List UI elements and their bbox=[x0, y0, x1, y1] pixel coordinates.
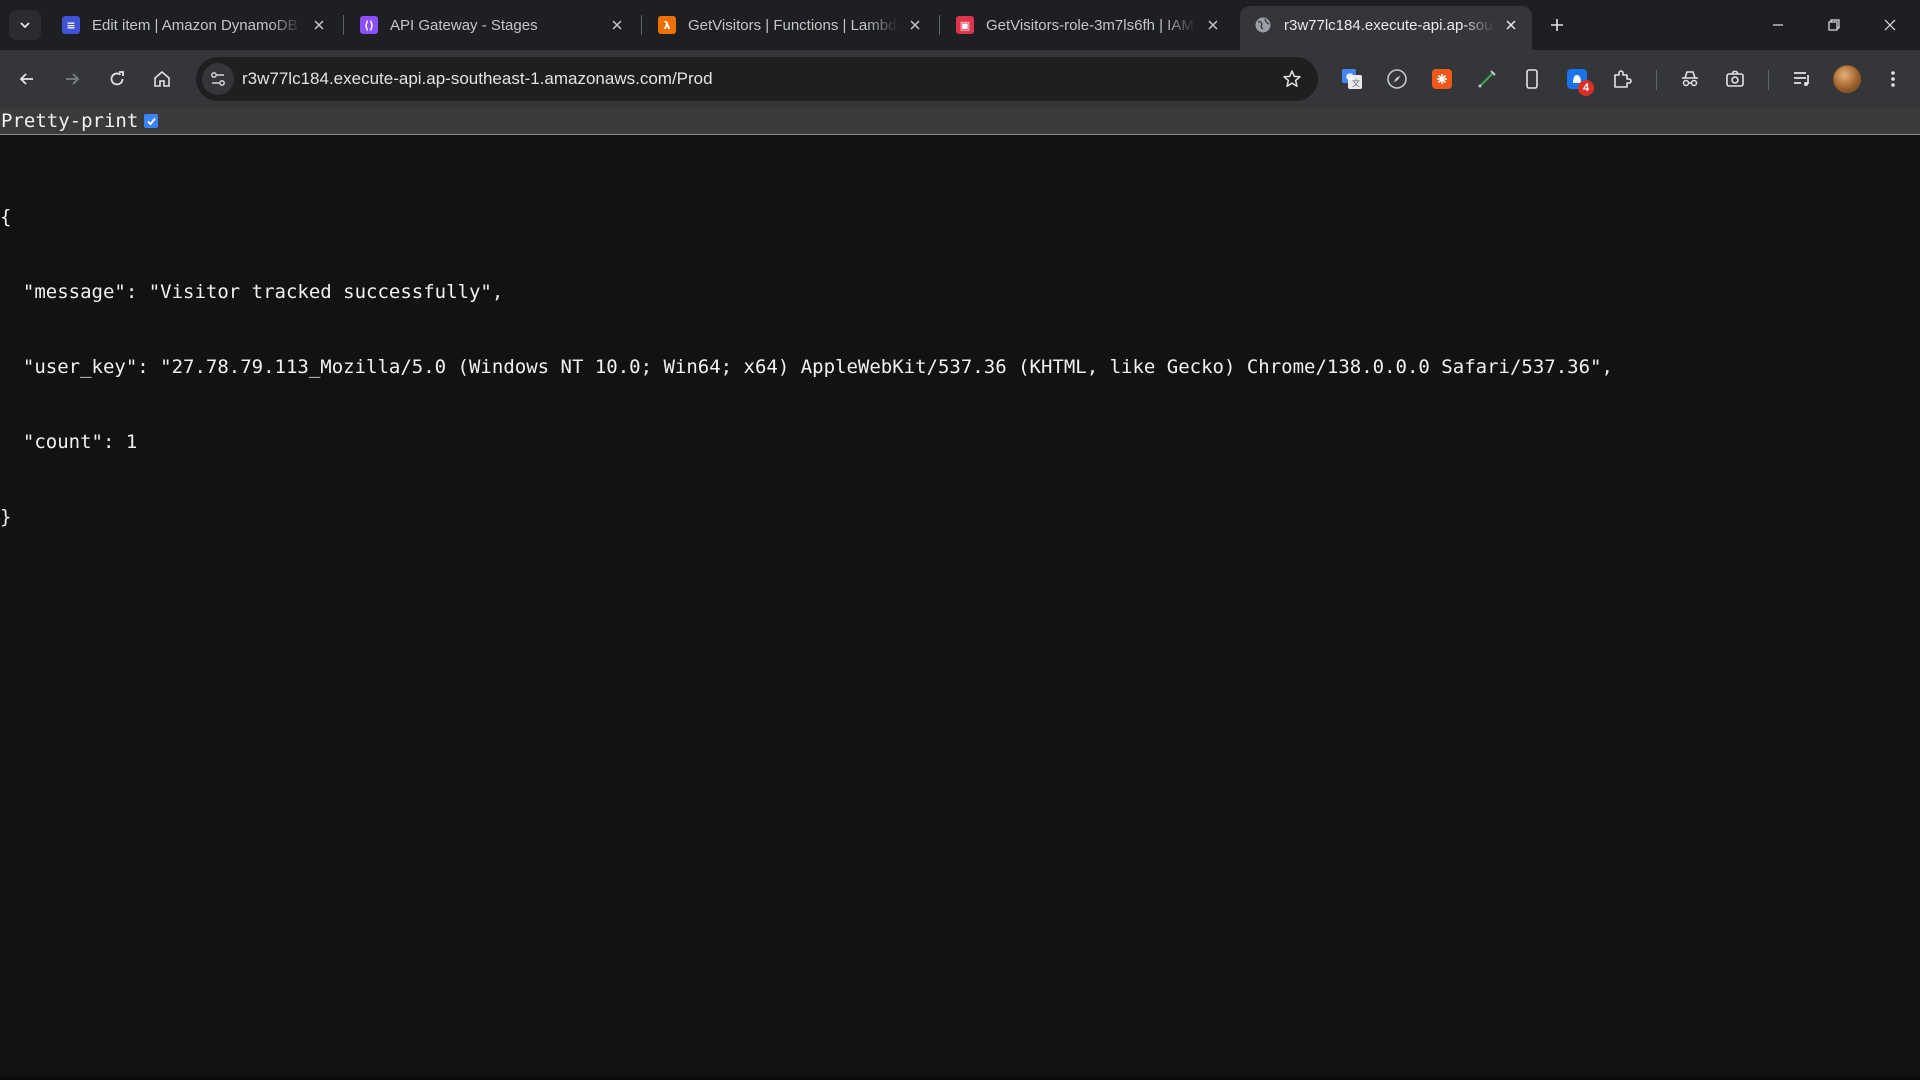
arrow-right-icon bbox=[66, 73, 80, 85]
close-icon[interactable] bbox=[904, 14, 926, 36]
puzzle-icon bbox=[1614, 70, 1632, 88]
profile-button[interactable] bbox=[1830, 62, 1864, 96]
tab-divider bbox=[641, 15, 642, 35]
toolbar-divider bbox=[1768, 70, 1769, 90]
api-gateway-icon: ⟨⟩ bbox=[360, 16, 378, 34]
checkmark-icon bbox=[147, 117, 156, 125]
pen-extension[interactable] bbox=[1470, 62, 1504, 96]
notification-badge: 4 bbox=[1578, 80, 1594, 96]
close-icon[interactable] bbox=[1202, 14, 1224, 36]
minimize-button[interactable] bbox=[1750, 0, 1806, 50]
browser-toolbar: r3w77lc184.execute-api.ap-southeast-1.am… bbox=[0, 50, 1920, 108]
tab-api-gateway[interactable]: ⟨⟩ API Gateway - Stages bbox=[346, 6, 638, 44]
tab-divider bbox=[939, 15, 940, 35]
bookmark-button[interactable] bbox=[1280, 67, 1304, 91]
tune-icon bbox=[211, 72, 225, 86]
url-text[interactable]: r3w77lc184.execute-api.ap-southeast-1.am… bbox=[242, 69, 713, 89]
dynamodb-icon: ≡ bbox=[62, 16, 80, 34]
incognito-button[interactable] bbox=[1673, 62, 1707, 96]
lambda-icon: λ bbox=[658, 16, 676, 34]
back-button[interactable] bbox=[11, 63, 43, 95]
queue-music-icon bbox=[1794, 72, 1809, 86]
tab-divider bbox=[343, 15, 344, 35]
more-vertical-icon bbox=[1891, 71, 1895, 87]
orange-extension[interactable] bbox=[1425, 62, 1459, 96]
json-line: } bbox=[0, 506, 12, 528]
camera-icon bbox=[1726, 70, 1744, 87]
menu-button[interactable] bbox=[1876, 62, 1910, 96]
star-icon bbox=[1283, 70, 1301, 87]
site-info-button[interactable] bbox=[202, 63, 234, 95]
close-icon[interactable] bbox=[308, 14, 330, 36]
pretty-print-label: Pretty-print bbox=[1, 110, 139, 132]
reload-icon bbox=[110, 71, 124, 86]
toolbar-divider bbox=[1656, 70, 1657, 90]
new-tab-button[interactable] bbox=[1543, 11, 1571, 39]
close-icon bbox=[1884, 19, 1896, 31]
google-translate-extension[interactable]: G文 bbox=[1335, 62, 1369, 96]
pretty-print-bar: Pretty-print bbox=[0, 108, 1920, 135]
compass-extension[interactable] bbox=[1380, 62, 1414, 96]
tab-title: GetVisitors-role-3m7ls6fh | IAM bbox=[986, 16, 1194, 34]
tab-title: API Gateway - Stages bbox=[390, 16, 538, 34]
tab-search-button[interactable] bbox=[9, 10, 41, 40]
tab-iam[interactable]: ▣ GetVisitors-role-3m7ls6fh | IAM bbox=[942, 6, 1234, 44]
address-bar[interactable]: r3w77lc184.execute-api.ap-southeast-1.am… bbox=[196, 57, 1318, 101]
screenshot-button[interactable] bbox=[1718, 62, 1752, 96]
json-response: { "message": "Visitor tracked successful… bbox=[0, 155, 1613, 555]
minimize-icon bbox=[1773, 24, 1783, 26]
home-icon bbox=[154, 70, 170, 87]
tab-strip: ≡ Edit item | Amazon DynamoDB ⟨⟩ API Gat… bbox=[0, 0, 1920, 50]
json-line: "message": "Visitor tracked successfully… bbox=[0, 281, 504, 303]
tab-title: Edit item | Amazon DynamoDB bbox=[92, 16, 298, 34]
close-window-button[interactable] bbox=[1862, 0, 1918, 50]
notifications-extension[interactable]: 4 bbox=[1560, 62, 1594, 96]
json-line: "count": 1 bbox=[0, 431, 138, 453]
globe-icon bbox=[1254, 16, 1272, 34]
reload-button[interactable] bbox=[101, 63, 133, 95]
tab-title: r3w77lc184.execute-api.ap-southeast-1.am… bbox=[1284, 16, 1494, 34]
forward-button[interactable] bbox=[56, 63, 88, 95]
media-controls-button[interactable] bbox=[1785, 62, 1819, 96]
json-line: "user_key": "27.78.79.113_Mozilla/5.0 (W… bbox=[0, 356, 1613, 378]
chevron-down-icon bbox=[20, 22, 30, 29]
close-icon[interactable] bbox=[606, 14, 628, 36]
avatar bbox=[1833, 65, 1861, 93]
close-icon[interactable] bbox=[1500, 14, 1522, 36]
tab-lambda[interactable]: λ GetVisitors | Functions | Lambda bbox=[644, 6, 936, 44]
tab-dynamodb[interactable]: ≡ Edit item | Amazon DynamoDB bbox=[48, 6, 340, 44]
plus-icon bbox=[1551, 19, 1563, 31]
restore-icon bbox=[1828, 19, 1840, 31]
restore-button[interactable] bbox=[1806, 0, 1862, 50]
extension-orange-icon bbox=[1432, 69, 1452, 89]
pretty-print-checkbox[interactable] bbox=[144, 114, 159, 128]
compass-icon bbox=[1387, 69, 1407, 89]
incognito-icon bbox=[1682, 71, 1698, 87]
extensions-button[interactable] bbox=[1605, 62, 1639, 96]
phone-icon bbox=[1526, 69, 1538, 89]
device-toolbar-extension[interactable] bbox=[1515, 62, 1549, 96]
pen-icon bbox=[1478, 70, 1496, 88]
tab-title: GetVisitors | Functions | Lambda bbox=[688, 16, 898, 34]
home-button[interactable] bbox=[146, 63, 178, 95]
tab-execute-api[interactable]: r3w77lc184.execute-api.ap-southeast-1.am… bbox=[1240, 6, 1532, 50]
json-line: { bbox=[0, 206, 12, 228]
arrow-left-icon bbox=[19, 73, 33, 85]
iam-icon: ▣ bbox=[956, 16, 974, 34]
translate-icon: G文 bbox=[1342, 69, 1362, 89]
svg-text:文: 文 bbox=[1352, 78, 1360, 88]
